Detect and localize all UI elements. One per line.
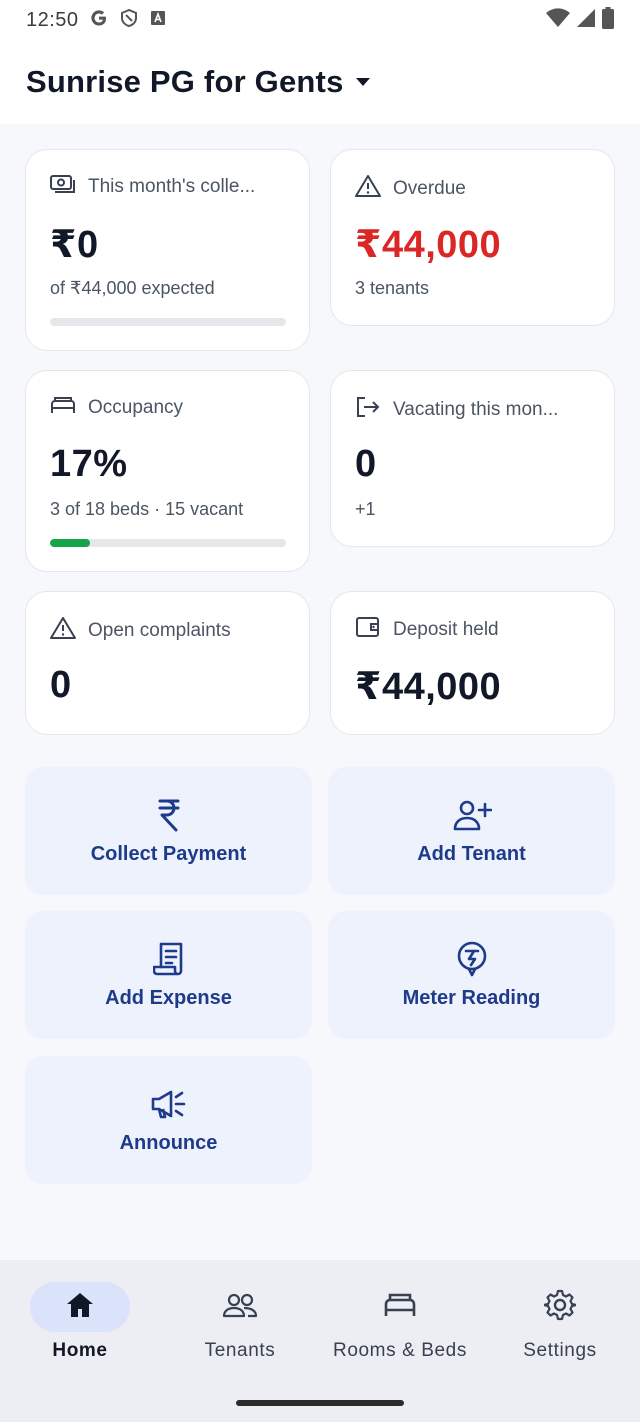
vacating-card-head: Vacating this mon... xyxy=(355,395,558,424)
vacating-card[interactable]: Vacating this mon... 0 +1 xyxy=(330,370,615,547)
occupancy-card[interactable]: Occupancy 17% 3 of 18 beds · 15 vacant xyxy=(25,370,310,572)
collection-sub: of ₹44,000 expected xyxy=(50,278,215,298)
nav-settings-pill xyxy=(510,1282,610,1332)
nav-tenants[interactable]: Tenants xyxy=(160,1282,320,1362)
overdue-card-head: Overdue xyxy=(355,174,466,203)
megaphone-icon xyxy=(150,1086,188,1122)
bed-icon xyxy=(383,1292,417,1323)
exit-icon xyxy=(355,395,381,424)
vacating-value: 0 xyxy=(355,443,377,485)
complaints-value: 0 xyxy=(50,664,72,706)
nav-tenants-pill xyxy=(190,1282,290,1332)
font-icon xyxy=(149,9,167,32)
caret-down-icon[interactable] xyxy=(354,75,372,93)
gear-icon xyxy=(542,1289,578,1326)
deposit-value: ₹44,000 xyxy=(355,666,502,708)
google-icon xyxy=(89,8,109,33)
bottom-nav: Home Tenants Rooms & Beds Settings xyxy=(0,1260,640,1422)
deposit-card[interactable]: Deposit held ₹44,000 xyxy=(330,591,615,735)
announce-label: Announce xyxy=(119,1131,218,1154)
nav-tenants-label: Tenants xyxy=(204,1340,276,1361)
occupancy-value: 17% xyxy=(50,443,128,485)
vacating-label: Vacating this mon... xyxy=(393,398,559,420)
home-icon xyxy=(65,1291,95,1324)
nav-rooms-pill xyxy=(350,1282,450,1332)
cash-icon xyxy=(50,174,76,199)
app-header: Sunrise PG for Gents xyxy=(0,40,640,124)
complaints-card[interactable]: Open complaints 0 xyxy=(25,591,310,735)
nav-rooms-label: Rooms & Beds xyxy=(333,1340,467,1361)
status-left: 12:50 xyxy=(26,8,167,33)
complaints-card-head: Open complaints xyxy=(50,616,231,645)
meter-reading-button[interactable]: Meter Reading xyxy=(328,911,615,1039)
collection-progress xyxy=(50,318,286,326)
add-tenant-label: Add Tenant xyxy=(417,842,526,865)
status-bar: 12:50 xyxy=(0,0,640,40)
occupancy-progress-fill xyxy=(50,539,91,547)
warning-icon xyxy=(355,174,381,203)
occupancy-sub: 3 of 18 beds · 15 vacant xyxy=(50,499,244,519)
overdue-value: ₹44,000 xyxy=(355,224,502,266)
home-indicator xyxy=(236,1400,404,1406)
rupee-icon xyxy=(157,797,181,833)
occupancy-progress xyxy=(50,539,286,547)
occupancy-label: Occupancy xyxy=(88,396,184,418)
property-title[interactable]: Sunrise PG for Gents xyxy=(26,64,344,100)
collection-card[interactable]: This month's colle... ₹0 of ₹44,000 expe… xyxy=(25,149,310,351)
nav-rooms[interactable]: Rooms & Beds xyxy=(320,1282,480,1362)
warning-icon xyxy=(50,616,76,645)
deposit-card-head: Deposit held xyxy=(355,616,499,643)
add-expense-button[interactable]: Add Expense xyxy=(25,911,312,1039)
battery-icon xyxy=(602,6,614,34)
wifi-icon xyxy=(546,7,570,33)
signal-icon xyxy=(576,8,596,33)
collect-payment-button[interactable]: Collect Payment xyxy=(25,767,312,895)
nav-settings-label: Settings xyxy=(523,1340,597,1361)
status-right xyxy=(546,6,614,34)
deposit-label: Deposit held xyxy=(393,618,499,640)
shield-icon xyxy=(119,8,139,33)
collection-label: This month's colle... xyxy=(88,175,256,197)
collection-card-head: This month's colle... xyxy=(50,174,255,199)
nav-home-pill xyxy=(30,1282,130,1332)
collect-payment-label: Collect Payment xyxy=(90,842,247,865)
complaints-label: Open complaints xyxy=(88,619,231,641)
add-expense-label: Add Expense xyxy=(105,986,232,1009)
receipt-icon xyxy=(152,941,185,977)
add-user-icon xyxy=(452,797,492,833)
status-time: 12:50 xyxy=(26,8,79,31)
add-tenant-button[interactable]: Add Tenant xyxy=(328,767,615,895)
nav-home-label: Home xyxy=(52,1340,108,1361)
nav-settings[interactable]: Settings xyxy=(480,1282,640,1362)
nav-home[interactable]: Home xyxy=(0,1282,160,1362)
meter-reading-label: Meter Reading xyxy=(402,986,541,1009)
occupancy-card-head: Occupancy xyxy=(50,395,183,420)
users-icon xyxy=(222,1292,258,1323)
wallet-icon xyxy=(355,616,381,643)
overdue-sub: 3 tenants xyxy=(355,278,430,298)
vacating-sub: +1 xyxy=(355,499,376,519)
announce-button[interactable]: Announce xyxy=(25,1056,312,1184)
overdue-label: Overdue xyxy=(393,177,466,199)
meter-icon xyxy=(455,941,489,977)
overdue-card[interactable]: Overdue ₹44,000 3 tenants xyxy=(330,149,615,326)
bed-icon xyxy=(50,395,76,420)
collection-value: ₹0 xyxy=(50,224,99,266)
